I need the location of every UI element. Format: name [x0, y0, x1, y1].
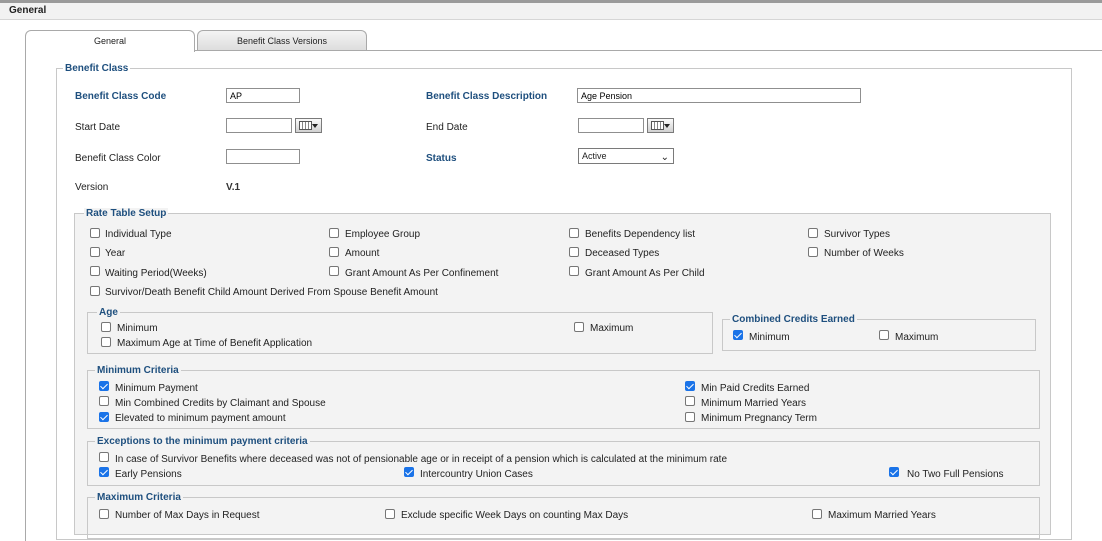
start-date-input[interactable] — [226, 118, 292, 133]
section-title: General — [9, 5, 47, 16]
waiting-period-label: Waiting Period(Weeks) — [105, 268, 207, 279]
intercountry-union-cases-label: Intercountry Union Cases — [420, 469, 533, 480]
chevron-down-icon — [312, 124, 318, 128]
start-date-label: Start Date — [75, 122, 121, 133]
minimum-married-years-label: Minimum Married Years — [701, 398, 807, 409]
rate-table-legend: Rate Table Setup — [84, 208, 169, 219]
max-age-benefit-application-label: Maximum Age at Time of Benefit Applicati… — [117, 338, 313, 349]
individual-type-checkbox[interactable] — [90, 228, 100, 238]
combined-credits-legend: Combined Credits Earned — [730, 314, 857, 325]
calendar-icon — [299, 121, 312, 130]
grant-amount-child-label: Grant Amount As Per Child — [585, 268, 705, 279]
early-pensions-label: Early Pensions — [115, 469, 182, 480]
survivor-child-amount-checkbox[interactable] — [90, 286, 100, 296]
chevron-down-icon: ⌄ — [660, 152, 669, 163]
age-maximum-label: Maximum — [590, 323, 634, 334]
deceased-types-checkbox[interactable] — [569, 247, 579, 257]
survivor-child-amount-label: Survivor/Death Benefit Child Amount Deri… — [105, 287, 438, 298]
survivor-types-label: Survivor Types — [824, 229, 890, 240]
max-days-request-checkbox[interactable] — [99, 509, 109, 519]
maximum-married-years-label: Maximum Married Years — [828, 510, 936, 521]
intercountry-union-cases-checkbox[interactable] — [404, 467, 414, 477]
benefit-class-code-input[interactable] — [226, 88, 300, 103]
status-selected-value: Active — [582, 151, 607, 161]
benefit-class-code-label: Benefit Class Code — [75, 91, 167, 102]
section-header: General — [0, 3, 1102, 20]
minimum-married-years-checkbox[interactable] — [685, 396, 695, 406]
max-days-request-label: Number of Max Days in Request — [115, 510, 260, 521]
chevron-down-icon — [664, 124, 670, 128]
min-paid-credits-label: Min Paid Credits Earned — [701, 383, 810, 394]
min-paid-credits-checkbox[interactable] — [685, 381, 695, 391]
elevated-minimum-payment-checkbox[interactable] — [99, 412, 109, 422]
benefit-class-legend: Benefit Class — [63, 63, 131, 74]
maximum-criteria-legend: Maximum Criteria — [95, 492, 183, 503]
combined-credits-minimum-label: Minimum — [749, 332, 790, 343]
tab-benefit-class-versions[interactable]: Benefit Class Versions — [197, 30, 367, 51]
minimum-payment-checkbox[interactable] — [99, 381, 109, 391]
exceptions-legend: Exceptions to the minimum payment criter… — [95, 436, 310, 447]
benefit-class-color-input[interactable] — [226, 149, 300, 164]
version-value: V.1 — [226, 182, 241, 193]
version-label: Version — [75, 182, 109, 193]
status-label: Status — [426, 153, 457, 164]
end-date-label: End Date — [426, 122, 468, 133]
deceased-types-label: Deceased Types — [585, 248, 660, 259]
age-maximum-checkbox[interactable] — [574, 322, 584, 332]
status-select[interactable]: Active ⌄ — [578, 148, 674, 164]
benefits-dependency-list-checkbox[interactable] — [569, 228, 579, 238]
age-legend: Age — [97, 307, 120, 318]
age-minimum-label: Minimum — [117, 323, 158, 334]
minimum-criteria-legend: Minimum Criteria — [95, 365, 181, 376]
benefit-class-description-label: Benefit Class Description — [426, 91, 548, 102]
employee-group-label: Employee Group — [345, 229, 421, 240]
end-date-calendar-button[interactable] — [647, 118, 674, 133]
number-of-weeks-checkbox[interactable] — [808, 247, 818, 257]
number-of-weeks-label: Number of Weeks — [824, 248, 904, 259]
survivor-types-checkbox[interactable] — [808, 228, 818, 238]
minimum-payment-label: Minimum Payment — [115, 383, 198, 394]
combined-credits-maximum-checkbox[interactable] — [879, 330, 889, 340]
elevated-minimum-payment-label: Elevated to minimum payment amount — [115, 413, 286, 424]
start-date-calendar-button[interactable] — [295, 118, 322, 133]
grant-amount-confinement-checkbox[interactable] — [329, 266, 339, 276]
combined-credits-minimum-checkbox[interactable] — [733, 330, 743, 340]
no-two-full-pensions-label: No Two Full Pensions — [907, 469, 1004, 480]
benefit-class-color-label: Benefit Class Color — [75, 153, 161, 164]
amount-checkbox[interactable] — [329, 247, 339, 257]
individual-type-label: Individual Type — [105, 229, 172, 240]
amount-label: Amount — [345, 248, 380, 259]
max-age-benefit-application-checkbox[interactable] — [101, 337, 111, 347]
min-combined-credits-checkbox[interactable] — [99, 396, 109, 406]
combined-credits-maximum-label: Maximum — [895, 332, 939, 343]
minimum-pregnancy-term-label: Minimum Pregnancy Term — [701, 413, 817, 424]
no-two-full-pensions-checkbox[interactable] — [889, 467, 899, 477]
benefit-class-description-input[interactable] — [577, 88, 861, 103]
grant-amount-child-checkbox[interactable] — [569, 266, 579, 276]
early-pensions-checkbox[interactable] — [99, 467, 109, 477]
survivor-benefits-exception-checkbox[interactable] — [99, 452, 109, 462]
waiting-period-checkbox[interactable] — [90, 266, 100, 276]
grant-amount-confinement-label: Grant Amount As Per Confinement — [345, 268, 499, 279]
end-date-input[interactable] — [578, 118, 644, 133]
survivor-benefits-exception-label: In case of Survivor Benefits where decea… — [115, 454, 728, 465]
exclude-week-days-label: Exclude specific Week Days on counting M… — [401, 510, 629, 521]
min-combined-credits-label: Min Combined Credits by Claimant and Spo… — [115, 398, 326, 409]
exclude-week-days-checkbox[interactable] — [385, 509, 395, 519]
benefits-dependency-list-label: Benefits Dependency list — [585, 229, 696, 240]
minimum-pregnancy-term-checkbox[interactable] — [685, 412, 695, 422]
maximum-married-years-checkbox[interactable] — [812, 509, 822, 519]
year-label: Year — [105, 248, 126, 259]
tab-general[interactable]: General — [25, 30, 195, 52]
employee-group-checkbox[interactable] — [329, 228, 339, 238]
age-minimum-checkbox[interactable] — [101, 322, 111, 332]
calendar-icon — [651, 121, 664, 130]
year-checkbox[interactable] — [90, 247, 100, 257]
